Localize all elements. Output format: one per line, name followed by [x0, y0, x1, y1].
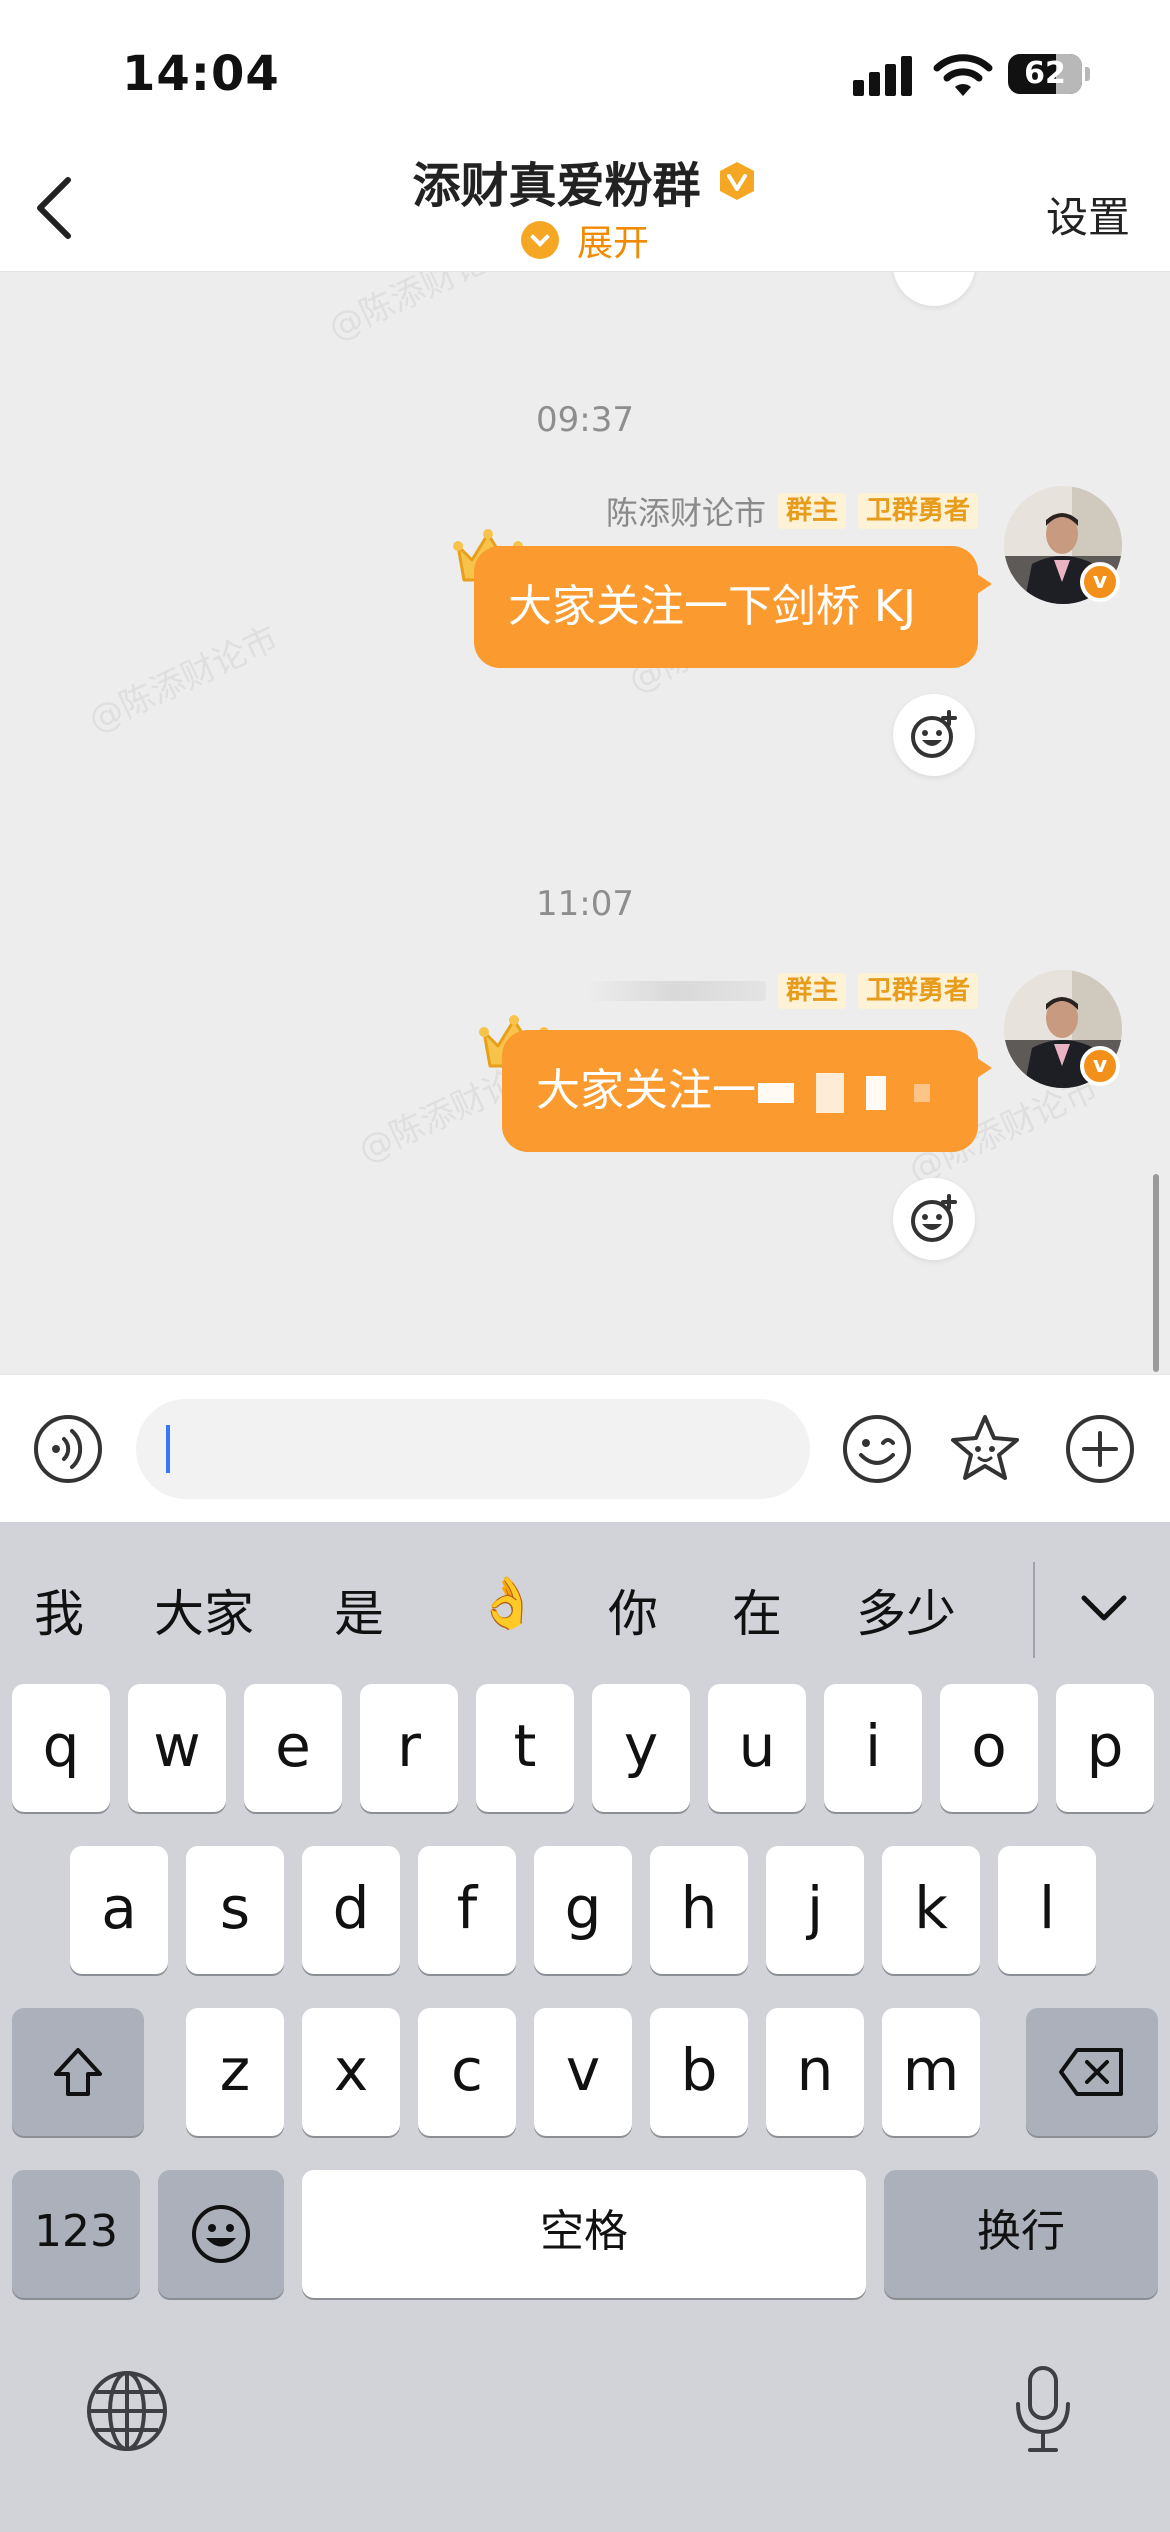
sender-line: 群主 卫群勇者 [585, 972, 978, 1009]
delete-key[interactable] [1026, 2008, 1158, 2136]
group-name: 添财真爱粉群 [412, 158, 701, 214]
emoji-key[interactable] [158, 2170, 284, 2298]
key-s[interactable]: s [186, 1846, 284, 1974]
add-reaction-icon [911, 1194, 957, 1242]
key-b[interactable]: b [650, 2008, 748, 2136]
key-f[interactable]: f [418, 1846, 516, 1974]
key-t[interactable]: t [476, 1684, 574, 1812]
key-z[interactable]: z [186, 2008, 284, 2136]
key-x[interactable]: x [302, 2008, 400, 2136]
shift-key[interactable] [12, 2008, 144, 2136]
candidate-word[interactable]: 多少 [856, 1574, 956, 1646]
voice-icon[interactable] [32, 1413, 104, 1485]
owner-tag: 群主 [777, 493, 846, 529]
key-y[interactable]: y [592, 1684, 690, 1812]
candidate-word[interactable]: 是 [334, 1574, 384, 1646]
message-text: 大家关注一下剑桥 KJ [508, 581, 916, 632]
add-reaction-button[interactable] [893, 272, 975, 306]
watermark: @陈添财论市 [82, 618, 285, 741]
input-bar [0, 1374, 1170, 1522]
expand-label: 展开 [576, 223, 649, 264]
numbers-key[interactable]: 123 [12, 2170, 140, 2298]
sender-line: 陈添财论市 群主 卫群勇者 [606, 488, 978, 532]
owner-tag: 群主 [777, 973, 846, 1009]
candidate-word[interactable]: 我 [34, 1574, 84, 1646]
message-list[interactable]: @陈添财论市 @陈添财论市 @陈添财论市 @陈添财论市 @陈添财论市 09:37… [0, 272, 1170, 1374]
emoji-key-icon [192, 2205, 250, 2263]
role-tag: 卫群勇者 [857, 493, 978, 529]
expand-icon [520, 221, 559, 259]
key-a[interactable]: a [70, 1846, 168, 1974]
add-reaction-button[interactable] [893, 694, 975, 776]
message-bubble[interactable]: 大家关注一 [502, 1030, 992, 1152]
redacted-mosaic [866, 1076, 886, 1110]
chat-title: 添财真爱粉群 [0, 146, 1170, 216]
settings-button[interactable]: 设置 [1046, 184, 1130, 245]
battery-level: 62 [1024, 56, 1066, 91]
message-text: 大家关注一 [536, 1065, 756, 1116]
message-timestamp: 11:07 [536, 884, 634, 924]
shift-icon [54, 2048, 102, 2096]
emoji-icon[interactable] [841, 1413, 913, 1485]
sender-name-redacted [585, 981, 766, 1001]
mic-icon[interactable] [1008, 2362, 1078, 2458]
key-g[interactable]: g [534, 1846, 632, 1974]
key-m[interactable]: m [882, 2008, 980, 2136]
message-bubble[interactable]: 大家关注一下剑桥 KJ [474, 546, 992, 668]
verified-badge-icon [719, 162, 754, 200]
key-j[interactable]: j [766, 1846, 864, 1974]
expand-toggle[interactable]: 展开 [0, 214, 1170, 266]
verified-v-icon: v [1080, 562, 1120, 602]
cellular-signal-icon [853, 56, 913, 96]
message-input[interactable] [136, 1399, 810, 1499]
key-i[interactable]: i [824, 1684, 922, 1812]
key-v[interactable]: v [534, 2008, 632, 2136]
key-h[interactable]: h [650, 1846, 748, 1974]
key-p[interactable]: p [1056, 1684, 1154, 1812]
top-bar: 14:04 62 添财真爱粉群 展开 设置 [0, 0, 1170, 272]
candidate-divider [1033, 1562, 1035, 1658]
scrollbar[interactable] [1153, 1174, 1159, 1372]
sticker-star-icon[interactable] [948, 1411, 1022, 1485]
wifi-icon [933, 54, 993, 96]
space-key[interactable]: 空格 [302, 2170, 866, 2298]
add-reaction-icon [911, 710, 957, 758]
plus-icon[interactable] [1064, 1413, 1136, 1485]
keyboard: 我 大家 是 👌 你 在 多少 q w e r t y u i o p a s … [0, 1522, 1170, 2532]
key-d[interactable]: d [302, 1846, 400, 1974]
chevron-down-icon[interactable] [1074, 1578, 1134, 1638]
key-o[interactable]: o [940, 1684, 1038, 1812]
key-q[interactable]: q [12, 1684, 110, 1812]
verified-v-icon: v [1080, 1046, 1120, 1086]
key-r[interactable]: r [360, 1684, 458, 1812]
role-tag: 卫群勇者 [857, 973, 978, 1009]
add-reaction-button[interactable] [893, 1178, 975, 1260]
sender-name: 陈添财论市 [605, 494, 766, 532]
status-time: 14:04 [122, 46, 280, 102]
candidate-word[interactable]: 你 [608, 1574, 658, 1646]
globe-icon[interactable] [84, 2368, 170, 2454]
key-w[interactable]: w [128, 1684, 226, 1812]
return-key[interactable]: 换行 [884, 2170, 1158, 2298]
redacted-mosaic [758, 1083, 794, 1103]
delete-icon [1059, 2048, 1123, 2096]
redacted-mosaic [914, 1084, 930, 1102]
battery-icon: 62 [1008, 54, 1090, 94]
key-k[interactable]: k [882, 1846, 980, 1974]
candidate-word[interactable]: 大家 [154, 1574, 254, 1646]
text-cursor [166, 1425, 170, 1473]
key-u[interactable]: u [708, 1684, 806, 1812]
key-n[interactable]: n [766, 2008, 864, 2136]
redacted-mosaic [816, 1073, 844, 1113]
candidate-word[interactable]: 在 [732, 1574, 782, 1646]
watermark: @陈添财论市 [322, 272, 525, 349]
key-e[interactable]: e [244, 1684, 342, 1812]
message-timestamp: 09:37 [536, 400, 634, 440]
key-l[interactable]: l [998, 1846, 1096, 1974]
candidate-word[interactable]: 👌 [476, 1574, 538, 1633]
key-c[interactable]: c [418, 2008, 516, 2136]
